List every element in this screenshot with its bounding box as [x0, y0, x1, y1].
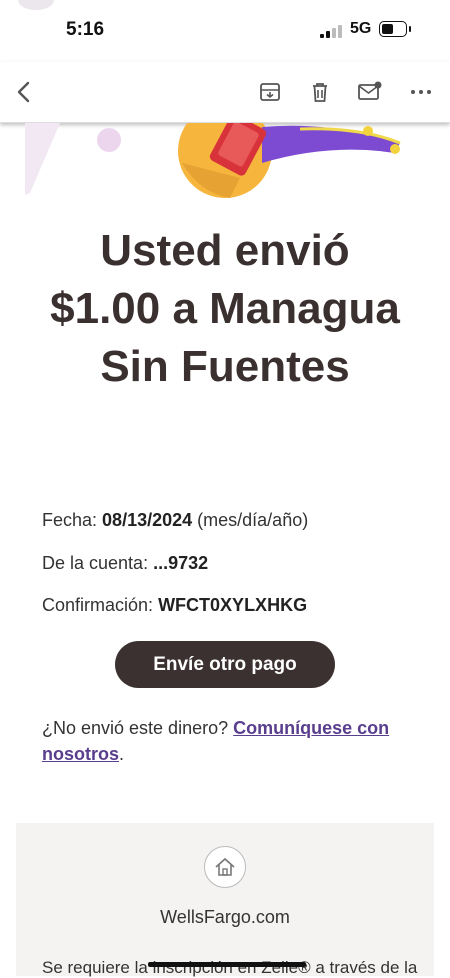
mail-unread-icon[interactable]: [356, 78, 384, 106]
trash-icon[interactable]: [306, 78, 334, 106]
payment-headline: Usted envió $1.00 a Managua Sin Fuentes: [50, 226, 400, 391]
date-label: Fecha:: [42, 510, 98, 530]
date-row: Fecha: 08/13/2024 (mes/día/año): [42, 510, 308, 531]
enrollment-note: Se requiere la inscripción en Zelle® a t…: [42, 958, 418, 977]
date-format: (mes/día/año): [197, 510, 309, 530]
sender-avatar: [18, 0, 54, 10]
question-text: ¿No envió este dinero?: [42, 718, 229, 738]
status-time: 5:16: [66, 19, 105, 40]
confirmation-value: WFCT0XYLXHKG: [158, 595, 308, 615]
account-value: ...9732: [153, 553, 209, 573]
home-icon[interactable]: [204, 846, 246, 888]
date-value: 08/13/2024: [102, 510, 193, 530]
not-sent-question: ¿No envió este dinero? Comuníquese con n…: [42, 718, 390, 764]
confirmation-row: Confirmación: WFCT0XYLXHKG: [42, 595, 307, 616]
archive-icon[interactable]: [256, 78, 284, 106]
banner-illustration: [0, 123, 450, 203]
status-bar: 5:16 5G: [0, 0, 450, 62]
redaction-bar: [148, 962, 306, 967]
more-icon[interactable]: [407, 78, 435, 106]
signal-icon: [320, 24, 344, 38]
network-label: 5G: [350, 20, 372, 37]
battery-icon: [379, 21, 407, 37]
confirmation-label: Confirmación:: [42, 595, 154, 615]
wellsfargo-link[interactable]: WellsFargo.com: [0, 907, 450, 928]
account-row: De la cuenta: ...9732: [42, 553, 208, 574]
back-icon[interactable]: [10, 78, 38, 106]
send-another-payment-button[interactable]: Envíe otro pago: [115, 641, 335, 688]
account-label: De la cuenta:: [42, 553, 149, 573]
email-toolbar: [0, 62, 450, 123]
